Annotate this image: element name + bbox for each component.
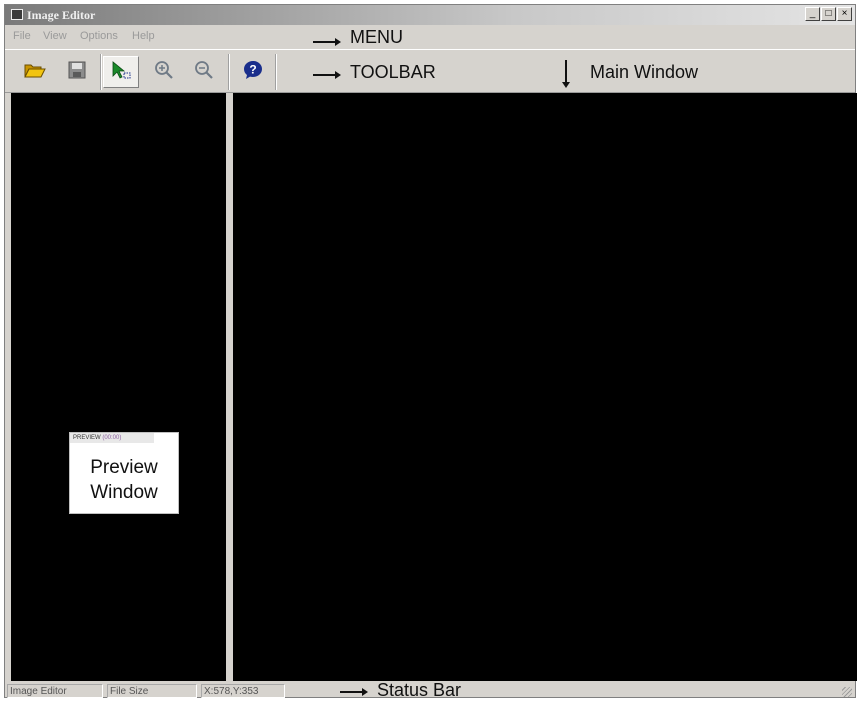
window-controls: _ □ × [805, 7, 852, 21]
toolbar-separator [228, 54, 230, 90]
preview-label-line2: Window [90, 482, 158, 503]
preview-header-sub: (00:00) [102, 435, 122, 441]
status-bar-annotation: Status Bar [377, 680, 462, 700]
select-pointer-icon [110, 60, 132, 85]
help-button[interactable]: ? [235, 56, 271, 88]
preview-window: PREVIEW (00:00) Preview Window [69, 432, 179, 514]
toolbar-arrow-icon [313, 71, 341, 79]
app-window: Image Editor _ □ × File View Options Hel… [4, 4, 857, 698]
window-title: Image Editor [27, 8, 96, 22]
preview-pane[interactable]: PREVIEW (00:00) Preview Window [11, 93, 226, 681]
save-disk-icon [68, 61, 86, 84]
toolbar-separator [100, 54, 102, 90]
close-button[interactable]: × [837, 7, 852, 21]
minimize-button[interactable]: _ [805, 7, 820, 21]
open-folder-icon [24, 61, 46, 84]
help-icon: ? [242, 59, 264, 86]
menu-annotation: MENU [350, 27, 403, 47]
save-button[interactable] [59, 56, 95, 88]
zoom-out-button[interactable] [186, 56, 222, 88]
menu-arrow-icon [313, 38, 341, 46]
status-file-size: File Size [107, 684, 197, 698]
menu-view[interactable]: View [43, 30, 67, 42]
zoom-in-button[interactable] [146, 56, 182, 88]
title-bar[interactable]: Image Editor _ □ × [5, 5, 855, 25]
menu-options[interactable]: Options [80, 30, 118, 42]
preview-label: Preview Window [70, 455, 178, 505]
maximize-button[interactable]: □ [821, 7, 836, 21]
menu-bar: File View Options Help [5, 25, 855, 47]
main-window-arrow-icon [562, 60, 570, 88]
zoom-out-icon [194, 60, 214, 85]
svg-text:?: ? [249, 62, 256, 76]
toolbar-separator [275, 54, 277, 90]
menu-file[interactable]: File [13, 30, 31, 42]
main-window-annotation: Main Window [590, 62, 699, 82]
preview-label-line1: Preview [90, 457, 158, 478]
app-icon [11, 9, 23, 20]
main-canvas[interactable] [233, 93, 857, 681]
resize-grip[interactable] [842, 687, 852, 697]
toolbar-annotation: TOOLBAR [350, 62, 436, 82]
status-coordinates: X:578,Y:353 [201, 684, 285, 698]
status-app-name: Image Editor [7, 684, 103, 698]
select-button[interactable] [103, 56, 139, 88]
preview-header-title: PREVIEW [73, 435, 101, 441]
open-button[interactable] [17, 56, 53, 88]
preview-header: PREVIEW (00:00) [70, 433, 154, 443]
menu-help[interactable]: Help [132, 30, 155, 42]
status-bar-arrow-icon [340, 688, 368, 696]
zoom-in-icon [154, 60, 174, 85]
